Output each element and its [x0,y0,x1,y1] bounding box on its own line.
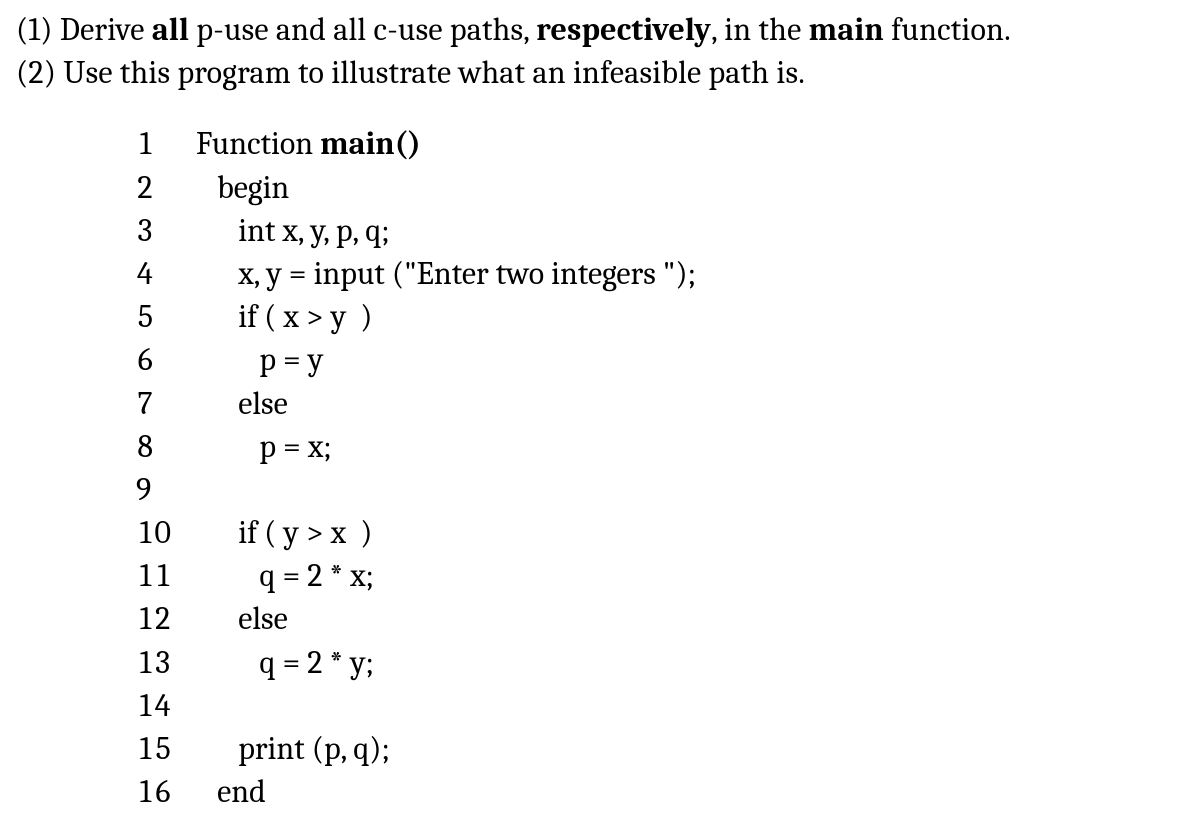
q1-bold-respectively: respectively [536,11,711,48]
code-line: 16 end [136,770,1184,813]
question-block: (1) Derive all p-use and all c-use paths… [16,8,1184,94]
code-text: end [196,770,266,813]
line-number: 2 [136,166,196,209]
line-number: 9 [136,468,196,511]
q1-prefix: (1) Derive [16,11,152,48]
line-number: 3 [136,209,196,252]
code-text: if ( x > y ) [196,295,372,338]
q1-suffix: function. [884,11,1011,48]
line-number: 11 [136,554,196,597]
line-number: 5 [136,295,196,338]
line-number: 13 [136,641,196,684]
code-line: 13 q = 2 * y; [136,641,1184,684]
line-number: 1 [136,122,196,165]
question-1: (1) Derive all p-use and all c-use paths… [16,8,1184,51]
code-line: 7 else [136,382,1184,425]
line-number: 6 [136,338,196,381]
code-line: 4 x, y = input ("Enter two integers "); [136,252,1184,295]
code-text: q = 2 * x; [196,554,374,597]
code-text: int x, y, p, q; [196,209,390,252]
code-line: 1Function main() [136,122,1184,165]
question-2: (2) Use this program to illustrate what … [16,51,1184,94]
code-text: print (p, q); [196,727,390,770]
q1-mid1: p-use and all c-use paths, [189,11,536,48]
code-line: 9 [136,468,1184,511]
code-line: 8 p = x; [136,425,1184,468]
code-listing: 1Function main()2 begin3 int x, y, p, q;… [136,122,1184,813]
q1-mid2: , in the [711,11,808,48]
line-number: 12 [136,597,196,640]
code-text: if ( y > x ) [196,511,372,554]
code-line: 15 print (p, q); [136,727,1184,770]
code-text: Function main() [196,122,421,165]
code-line: 3 int x, y, p, q; [136,209,1184,252]
code-text: p = x; [196,425,332,468]
code-line: 11 q = 2 * x; [136,554,1184,597]
code-line: 2 begin [136,166,1184,209]
q1-bold-main: main [809,11,884,48]
line-number: 10 [136,511,196,554]
line-number: 7 [136,382,196,425]
code-text: else [196,382,288,425]
line-number: 16 [136,770,196,813]
code-text: begin [196,166,289,209]
code-text: else [196,597,288,640]
code-text: q = 2 * y; [196,641,374,684]
line-number: 15 [136,727,196,770]
line-number: 8 [136,425,196,468]
page: (1) Derive all p-use and all c-use paths… [0,0,1200,839]
code-line: 5 if ( x > y ) [136,295,1184,338]
code-line: 6 p = y [136,338,1184,381]
line-number: 14 [136,684,196,727]
q1-bold-all: all [152,11,189,48]
line-number: 4 [136,252,196,295]
code-line: 14 [136,684,1184,727]
code-line: 10 if ( y > x ) [136,511,1184,554]
code-line: 12 else [136,597,1184,640]
code-text: x, y = input ("Enter two integers "); [196,252,696,295]
code-text: p = y [196,338,323,381]
